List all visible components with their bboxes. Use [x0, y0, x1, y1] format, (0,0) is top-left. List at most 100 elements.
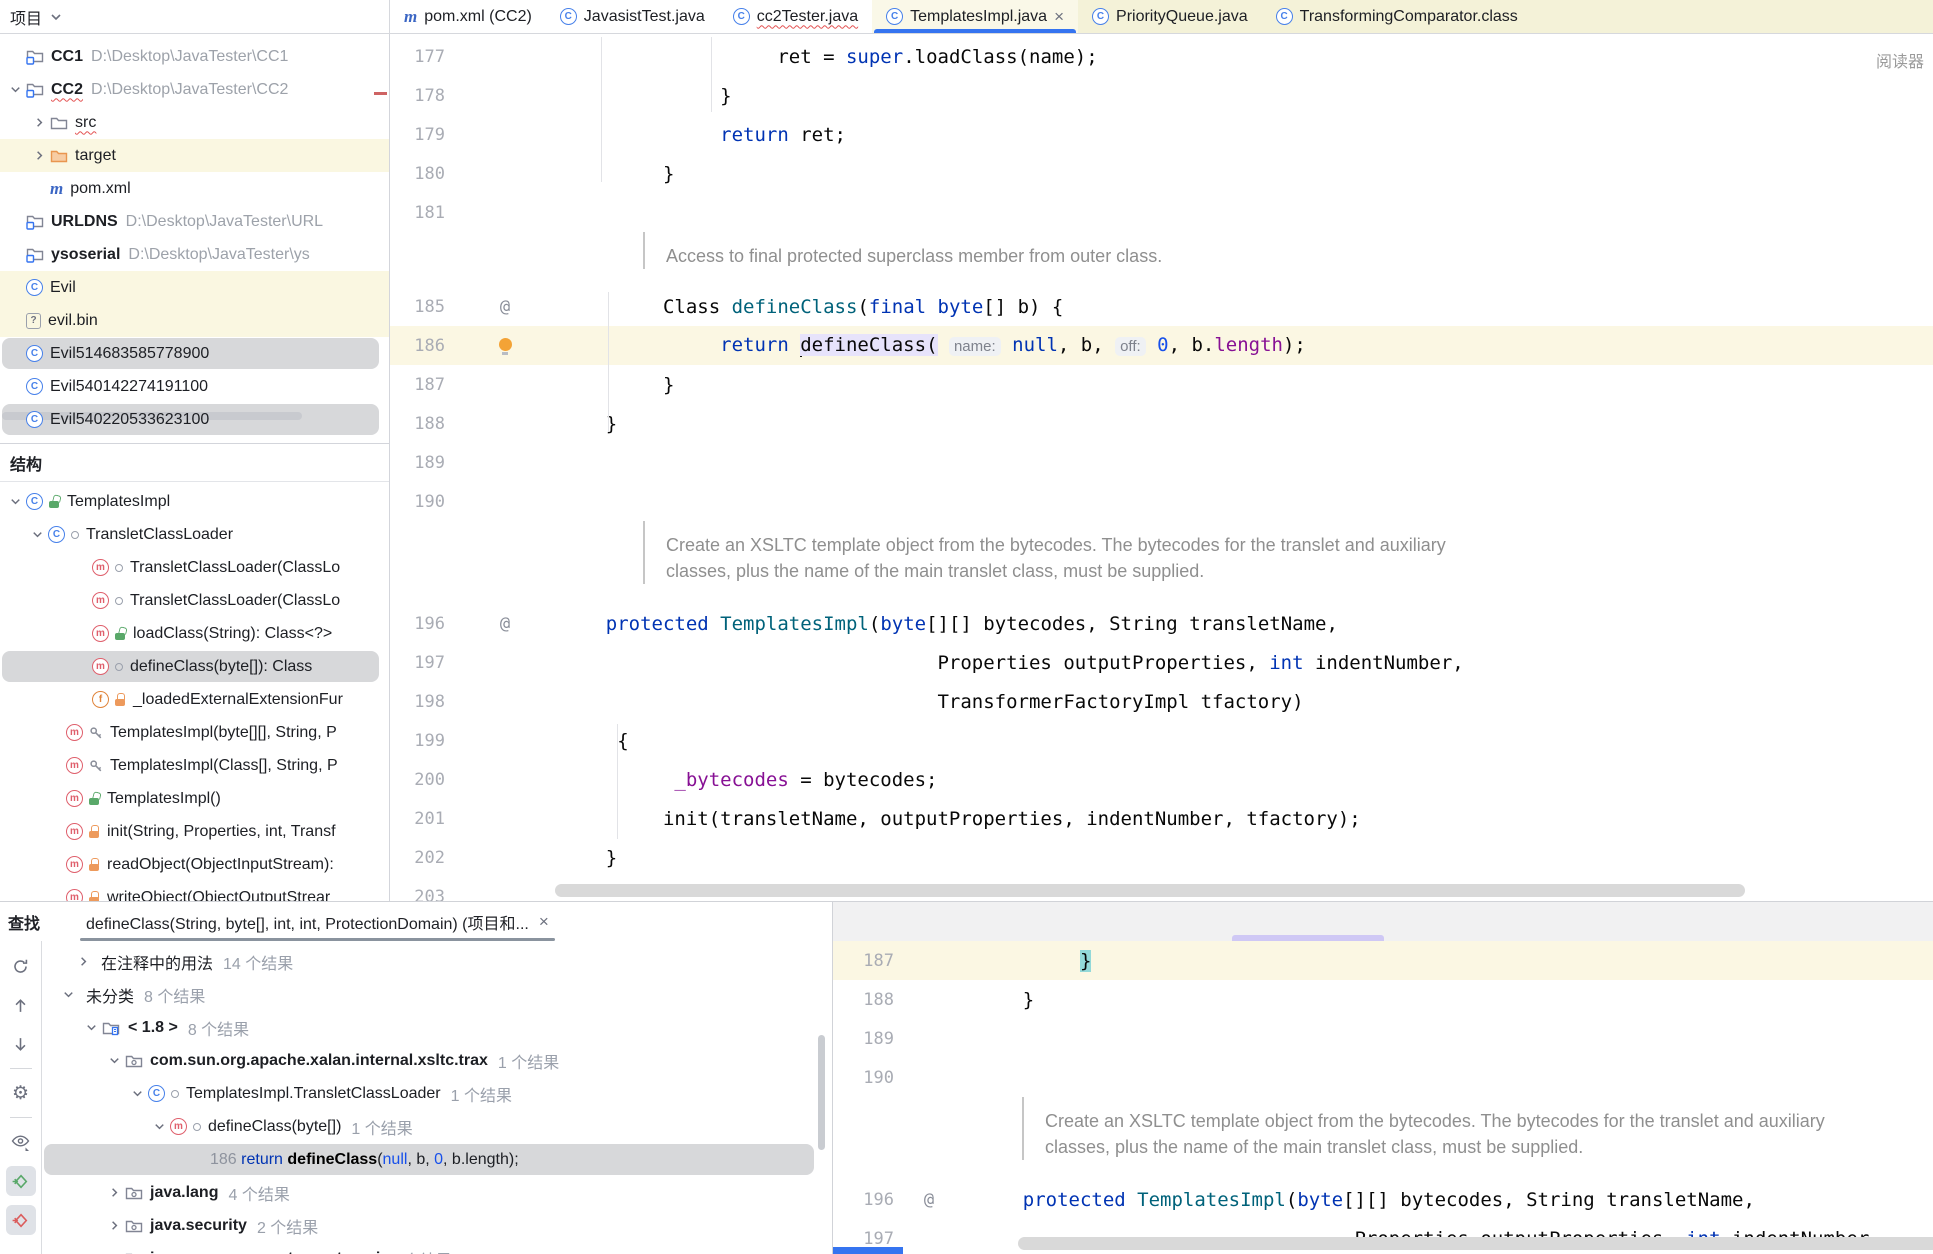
structure-row[interactable]: f_loadedExternalExtensionFur: [0, 683, 389, 716]
editor-line-180[interactable]: 180 }: [390, 154, 1933, 193]
tab-TemplatesImpl.java[interactable]: CTemplatesImpl.java×: [872, 0, 1078, 33]
diamond-red-button[interactable]: [6, 1205, 36, 1235]
preview-line-187[interactable]: 187 }: [833, 941, 1933, 980]
find-result-row[interactable]: mdefineClass(byte[])1 个结果: [42, 1110, 818, 1143]
usage-preview-pane[interactable]: 187 }188 }189190Create an XSLTC template…: [833, 902, 1933, 1254]
editor-line-190[interactable]: 190: [390, 482, 1933, 521]
chevron-down-icon[interactable]: [4, 494, 26, 509]
editor-line-196[interactable]: 196@ protected TemplatesImpl(byte[][] by…: [390, 604, 1933, 643]
editor-line-177[interactable]: 177 ret = super.loadClass(name);: [390, 37, 1933, 76]
tab-cc2Tester.java[interactable]: Ccc2Tester.java: [719, 0, 872, 33]
structure-row[interactable]: mTemplatesImpl(Class[], String, P: [0, 749, 389, 782]
main-editor[interactable]: 177 ret = super.loadClass(name);178 }179…: [390, 34, 1933, 901]
find-result-row[interactable]: 未分类8 个结果: [42, 978, 818, 1011]
project-tree-row[interactable]: CEvil540220533623100: [0, 403, 389, 436]
chevron-down-icon[interactable]: [48, 9, 64, 25]
chevron-down-icon[interactable]: [148, 1119, 170, 1134]
preview-hscrollbar[interactable]: [1018, 1237, 1933, 1250]
reader-mode-badge[interactable]: 阅读器: [1876, 48, 1924, 72]
tab-JavasistTest.java[interactable]: CJavasistTest.java: [546, 0, 719, 33]
structure-row[interactable]: mreadObject(ObjectInputStream):: [0, 848, 389, 881]
project-tree-row[interactable]: src: [0, 106, 389, 139]
error-stripe-mark[interactable]: [374, 92, 387, 95]
preview-line-196[interactable]: 196@ protected TemplatesImpl(byte[][] by…: [833, 1180, 1933, 1219]
find-result-row[interactable]: java.lang4 个结果: [42, 1176, 818, 1209]
chevron-down-icon[interactable]: [4, 82, 26, 97]
project-tree-row[interactable]: URLDNSD:\Desktop\JavaTester\URL: [0, 205, 389, 238]
project-tree-row[interactable]: CEvil514683585778900: [0, 337, 389, 370]
structure-row[interactable]: mdefineClass(byte[]): Class: [0, 650, 389, 683]
chevron-right-icon[interactable]: [28, 148, 50, 163]
tab-PriorityQueue.java[interactable]: CPriorityQueue.java: [1078, 0, 1262, 33]
structure-row[interactable]: mTemplatesImpl(byte[][], String, P: [0, 716, 389, 749]
find-result-row[interactable]: < 1.8 >8 个结果: [42, 1011, 818, 1044]
chevron-down-icon[interactable]: [57, 987, 79, 1002]
arrow-down-button[interactable]: [6, 1029, 36, 1059]
tab-TransformingComparator.class[interactable]: CTransformingComparator.class: [1262, 0, 1532, 33]
structure-row[interactable]: mwriteObject(ObjectOutputStrear: [0, 881, 389, 901]
structure-panel-header[interactable]: 结构: [0, 444, 389, 482]
editor-line-187[interactable]: 187 }: [390, 365, 1933, 404]
find-result-row[interactable]: java.security2 个结果: [42, 1209, 818, 1242]
close-icon[interactable]: ×: [539, 913, 549, 930]
editor-line-200[interactable]: 200 _bytecodes = bytecodes;: [390, 760, 1933, 799]
find-result-row[interactable]: CTemplatesImpl.TransletClassLoader1 个结果: [42, 1077, 818, 1110]
structure-row[interactable]: mTransletClassLoader(ClassLo: [0, 584, 389, 617]
chevron-right-icon[interactable]: [103, 1185, 125, 1200]
editor-line-199[interactable]: 199 {: [390, 721, 1933, 760]
project-tree-row[interactable]: CEvil: [0, 271, 389, 304]
preview-line-190[interactable]: 190: [833, 1058, 1933, 1097]
project-tree-row[interactable]: CC2D:\Desktop\JavaTester\CC2: [0, 73, 389, 106]
editor-line-188[interactable]: 188 }: [390, 404, 1933, 443]
structure-row[interactable]: mloadClass(String): Class<?>: [0, 617, 389, 650]
project-tree-row[interactable]: mpom.xml: [0, 172, 389, 205]
structure-row[interactable]: CTransletClassLoader: [0, 518, 389, 551]
structure-row[interactable]: mTransletClassLoader(ClassLo: [0, 551, 389, 584]
chevron-down-icon[interactable]: [80, 1020, 102, 1035]
project-tree-row[interactable]: ?evil.bin: [0, 304, 389, 337]
project-tree-row[interactable]: CEvil540142274191100: [0, 370, 389, 403]
editor-line-202[interactable]: 202 }: [390, 838, 1933, 877]
gutter-annotation[interactable]: [485, 336, 525, 356]
preview-editor[interactable]: 187 }188 }189190Create an XSLTC template…: [833, 941, 1933, 1254]
structure-row[interactable]: CTemplatesImpl: [0, 485, 389, 518]
find-results-tab[interactable]: defineClass(String, byte[], int, int, Pr…: [80, 902, 555, 941]
project-tool-window-header[interactable]: 项目: [0, 0, 390, 33]
editor-line-201[interactable]: 201 init(transletName, outputProperties,…: [390, 799, 1933, 838]
eye-button[interactable]: [6, 1127, 36, 1157]
chevron-right-icon[interactable]: [72, 954, 94, 969]
tab-pom.xml (CC2)[interactable]: mpom.xml (CC2): [390, 0, 546, 33]
diamond-green-button[interactable]: [6, 1166, 36, 1196]
find-result-row[interactable]: javax.management.remote.rmi1 个结果: [42, 1242, 818, 1254]
close-icon[interactable]: ×: [1054, 8, 1064, 25]
editor-line-189[interactable]: 189: [390, 443, 1933, 482]
chevron-right-icon[interactable]: [28, 115, 50, 130]
project-tree-row[interactable]: CC1D:\Desktop\JavaTester\CC1: [0, 40, 389, 73]
gear-button[interactable]: ⚙: [6, 1078, 36, 1108]
preview-line-189[interactable]: 189: [833, 1019, 1933, 1058]
editor-line-185[interactable]: 185@ Class defineClass(final byte[] b) {: [390, 287, 1933, 326]
editor-line-197[interactable]: 197 Properties outputProperties, int ind…: [390, 643, 1933, 682]
chevron-down-icon[interactable]: [126, 1086, 148, 1101]
editor-line-179[interactable]: 179 return ret;: [390, 115, 1933, 154]
refresh-button[interactable]: [6, 951, 36, 981]
structure-row[interactable]: mTemplatesImpl(): [0, 782, 389, 815]
editor-line-181[interactable]: 181: [390, 193, 1933, 232]
chevron-right-icon[interactable]: [103, 1218, 125, 1233]
find-result-row[interactable]: com.sun.org.apache.xalan.internal.xsltc.…: [42, 1044, 818, 1077]
project-tree-row[interactable]: ysoserialD:\Desktop\JavaTester\ys: [0, 238, 389, 271]
chevron-down-icon[interactable]: [26, 527, 48, 542]
arrow-up-button[interactable]: [6, 990, 36, 1020]
find-result-row[interactable]: 186 return defineClass(null, b, 0, b.len…: [42, 1143, 818, 1176]
editor-line-178[interactable]: 178 }: [390, 76, 1933, 115]
editor-hscrollbar[interactable]: [555, 884, 1745, 897]
editor-line-198[interactable]: 198 TransformerFactoryImpl tfactory): [390, 682, 1933, 721]
editor-line-186[interactable]: 186 return defineClass( name: null, b, o…: [390, 326, 1933, 365]
project-tree-row[interactable]: target: [0, 139, 389, 172]
intention-bulb-icon[interactable]: [499, 338, 512, 351]
preview-line-188[interactable]: 188 }: [833, 980, 1933, 1019]
find-tree-vscrollbar[interactable]: [818, 1035, 825, 1150]
structure-row[interactable]: minit(String, Properties, int, Transf: [0, 815, 389, 848]
find-result-row[interactable]: 在注释中的用法14 个结果: [42, 945, 818, 978]
chevron-down-icon[interactable]: [103, 1053, 125, 1068]
